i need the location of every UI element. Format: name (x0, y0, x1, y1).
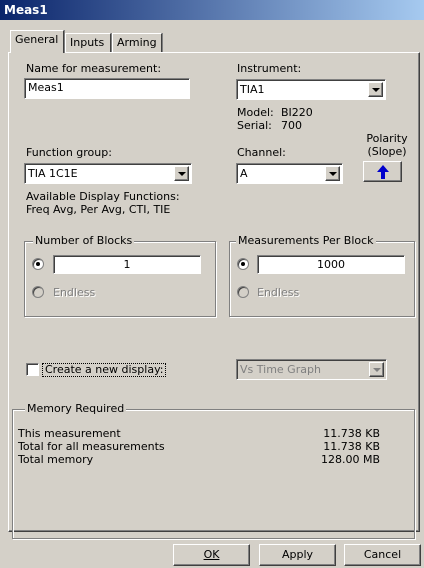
cancel-button[interactable]: Cancel (344, 544, 421, 566)
cancel-button-label: Cancel (363, 548, 402, 561)
function-group-value: TIA 1C1E (28, 167, 78, 180)
polarity-sublabel: (Slope) (367, 145, 407, 158)
instrument-select-value: TIA1 (240, 83, 265, 96)
title-bar: Meas1 (0, 0, 424, 20)
ok-button[interactable]: OK (173, 544, 250, 566)
name-label: Name for measurement: (26, 62, 162, 75)
memory-row: This measurement 11.738 KB (18, 427, 380, 440)
measurements-per-block-title: Measurements Per Block (236, 234, 376, 247)
display-type-select[interactable]: Vs Time Graph (236, 359, 387, 380)
available-functions-list: Freq Avg, Per Avg, CTI, TIE (26, 203, 171, 216)
tab-general-label: General (15, 33, 59, 46)
memory-row: Total memory 128.00 MB (18, 453, 380, 466)
ok-button-label: OK (203, 548, 220, 561)
function-group-select[interactable]: TIA 1C1E (24, 163, 192, 184)
model-label: Model: (237, 106, 274, 119)
chevron-down-icon[interactable] (174, 166, 189, 181)
channel-select[interactable]: A (236, 163, 343, 184)
memory-row-label: This measurement (18, 427, 121, 440)
apply-button[interactable]: Apply (259, 544, 336, 566)
apply-button-label: Apply (281, 548, 314, 561)
chevron-down-icon[interactable] (325, 166, 340, 181)
blocks-count-radio[interactable] (32, 258, 44, 270)
blocks-endless-label: Endless (53, 286, 96, 299)
blocks-endless-radio[interactable] (32, 286, 44, 298)
measurements-per-block-group (229, 241, 415, 317)
display-type-value: Vs Time Graph (240, 363, 321, 376)
memory-row: Total for all measurements 11.738 KB (18, 440, 380, 453)
available-functions-label: Available Display Functions: (26, 190, 180, 203)
memory-row-label: Total memory (18, 453, 94, 466)
model-value: BI220 (281, 106, 313, 119)
memory-row-label: Total for all measurements (18, 440, 165, 453)
function-group-label: Function group: (26, 146, 112, 159)
create-display-label[interactable]: Create a new display: (42, 363, 167, 377)
name-input[interactable]: Meas1 (24, 78, 190, 99)
polarity-button[interactable] (363, 161, 402, 182)
create-display-checkbox[interactable] (26, 363, 39, 376)
instrument-select[interactable]: TIA1 (236, 79, 386, 100)
arrow-up-icon (377, 165, 389, 179)
blocks-count-input[interactable]: 1 (53, 255, 201, 274)
serial-label: Serial: (237, 119, 272, 132)
window-title: Meas1 (4, 3, 48, 17)
per-block-endless-radio[interactable] (237, 286, 249, 298)
number-of-blocks-title: Number of Blocks (33, 234, 135, 247)
polarity-label: Polarity (366, 132, 408, 145)
chevron-down-icon[interactable] (368, 82, 383, 97)
channel-value: A (240, 167, 248, 180)
tab-general[interactable]: General (10, 30, 64, 53)
per-block-count-input[interactable]: 1000 (257, 255, 405, 274)
memory-row-value: 128.00 MB (320, 453, 380, 466)
channel-label: Channel: (237, 146, 286, 159)
memory-row-value: 11.738 KB (323, 440, 380, 453)
per-block-endless-label: Endless (257, 286, 300, 299)
number-of-blocks-group (24, 241, 216, 317)
tab-inputs-label: Inputs (70, 36, 105, 49)
chevron-down-icon[interactable] (369, 362, 384, 377)
tab-arming-label: Arming (117, 36, 157, 49)
serial-value: 700 (281, 119, 302, 132)
memory-row-value: 11.738 KB (323, 427, 380, 440)
memory-required-title: Memory Required (25, 402, 127, 415)
tab-arming[interactable]: Arming (112, 33, 162, 52)
tab-inputs[interactable]: Inputs (65, 33, 111, 52)
per-block-count-radio[interactable] (237, 258, 249, 270)
instrument-label: Instrument: (237, 62, 302, 75)
